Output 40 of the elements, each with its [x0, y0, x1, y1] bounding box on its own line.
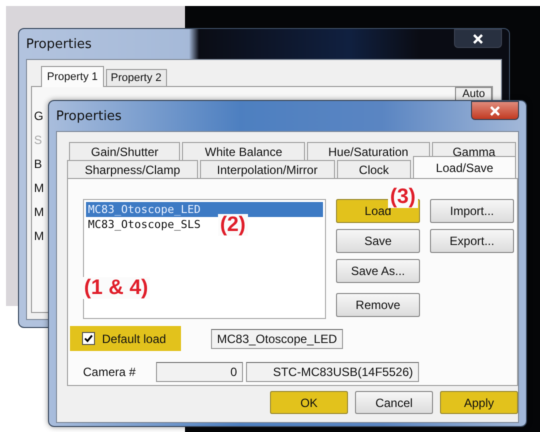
file-button[interactable]: Import... — [430, 199, 514, 223]
profile-button[interactable]: Save As... — [336, 259, 420, 283]
close-button[interactable] — [471, 101, 519, 120]
setting-label: B — [34, 156, 42, 173]
window-title: Properties — [26, 36, 92, 52]
dialog-button[interactable]: Cancel — [355, 391, 433, 414]
default-load-checkbox[interactable]: Default load — [70, 326, 181, 352]
list-item[interactable]: MC83_Otoscope_SLS — [86, 217, 203, 232]
close-icon — [490, 106, 500, 116]
checkmark-icon — [84, 334, 93, 344]
annotation-label: (2) — [218, 214, 248, 236]
annotation-label: (3) — [388, 186, 418, 208]
tab[interactable]: Property 1 — [41, 66, 104, 87]
tab[interactable]: White Balance — [182, 142, 305, 160]
camera-number-field[interactable]: 0 — [156, 362, 243, 382]
setting-label: G — [34, 108, 44, 125]
dialog-button[interactable]: Apply — [440, 391, 518, 414]
setting-label: M — [34, 180, 44, 197]
profile-button[interactable]: Remove — [336, 293, 420, 317]
close-button[interactable] — [454, 29, 502, 48]
list-item[interactable]: MC83_Otoscope_LED — [86, 202, 323, 217]
close-icon — [473, 34, 483, 44]
tab[interactable]: Hue/Saturation — [306, 142, 430, 160]
tab[interactable]: Sharpness/Clamp — [67, 160, 198, 178]
profile-button[interactable]: Save — [336, 229, 420, 253]
annotation-label: (1 & 4) — [82, 277, 150, 299]
setting-label: S — [34, 132, 42, 149]
camera-model-field[interactable]: STC-MC83USB(14F5526) — [246, 362, 419, 382]
tab[interactable]: Gain/Shutter — [69, 142, 180, 160]
file-button[interactable]: Export... — [430, 229, 514, 253]
setting-label: M — [34, 204, 44, 221]
dialog-button[interactable]: OK — [270, 391, 348, 414]
camera-label: Camera # — [83, 364, 137, 379]
setting-label: M — [34, 228, 44, 245]
tab[interactable]: Clock — [336, 160, 412, 178]
profile-field[interactable]: MC83_Otoscope_LED — [211, 328, 344, 349]
tab[interactable]: Property 2 — [106, 69, 166, 86]
tab[interactable]: Interpolation/Mirror — [200, 160, 335, 178]
tab[interactable]: Load/Save — [413, 156, 516, 178]
window-title: Properties — [56, 108, 122, 124]
